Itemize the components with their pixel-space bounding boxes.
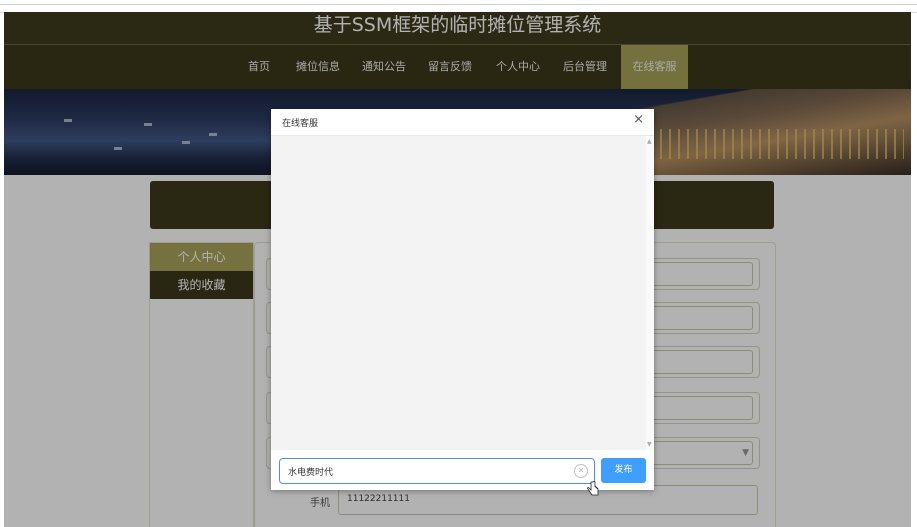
clear-icon[interactable]: ✕ — [574, 464, 588, 478]
chat-scrollbar[interactable]: ▲ ▼ — [646, 136, 654, 450]
send-button[interactable]: 发布 — [601, 458, 646, 483]
chat-message-area — [271, 136, 646, 450]
page: 基于SSM框架的临时摊位管理系统 首页 摊位信息 通知公告 留言反馈 个人中心 … — [4, 12, 911, 527]
dialog-title: 在线客服 — [282, 119, 319, 129]
dialog-header: 在线客服 × — [271, 109, 654, 136]
online-service-dialog: 在线客服 × ▲ ▼ 水电费时代 ✕ 发布 — [271, 109, 654, 490]
hand-cursor-icon — [587, 481, 599, 496]
scroll-up-icon[interactable]: ▲ — [647, 138, 652, 145]
scroll-down-icon[interactable]: ▼ — [647, 441, 652, 448]
chat-message-input[interactable]: 水电费时代 ✕ — [279, 458, 595, 484]
close-icon[interactable]: × — [633, 112, 644, 127]
chat-input-value: 水电费时代 — [288, 468, 334, 478]
